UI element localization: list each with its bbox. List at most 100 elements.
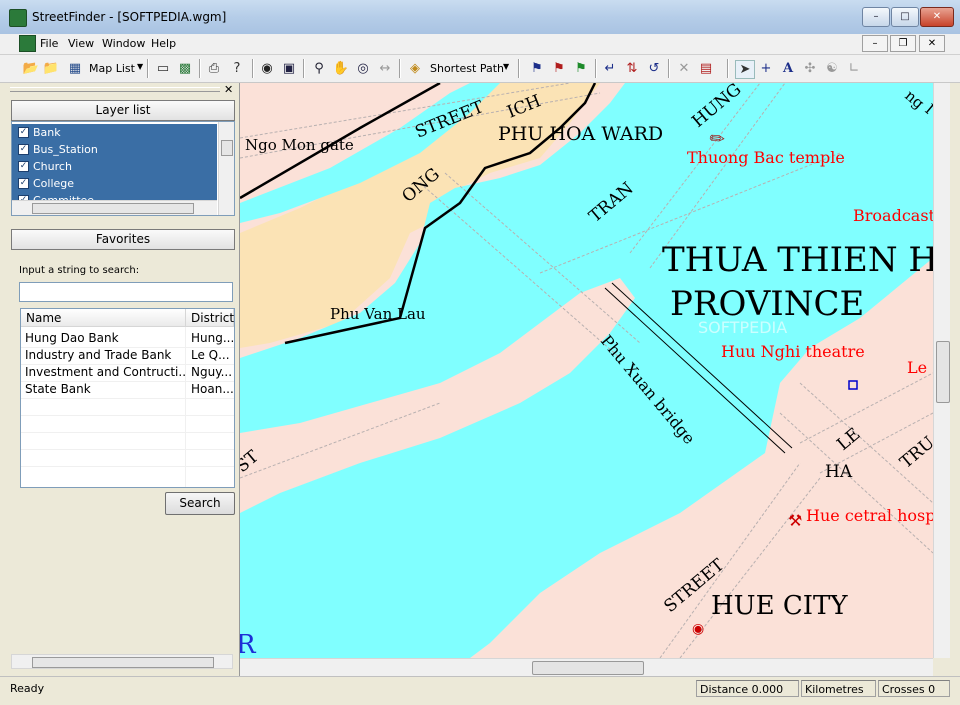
route-icon[interactable]: ◈ xyxy=(406,60,424,77)
result-name[interactable]: Investment and Contructi... xyxy=(21,364,185,381)
angle-icon[interactable]: ∟ xyxy=(845,60,863,77)
maximize-button[interactable]: □ xyxy=(891,7,919,27)
map-label: Ngo Mon gate xyxy=(245,136,354,154)
minimize-button[interactable]: – xyxy=(862,7,890,27)
layer-list: ✓Bank ✓Bus_Station ✓Church ✓College ✓Com… xyxy=(11,121,235,216)
scroll-thumb[interactable] xyxy=(221,140,233,156)
print-icon[interactable]: ⎙ xyxy=(205,60,223,77)
scroll-thumb[interactable] xyxy=(532,661,644,675)
text-tool-icon[interactable]: A xyxy=(779,60,797,77)
zoom-icon[interactable]: ⚲ xyxy=(310,60,328,77)
open-folder-icon[interactable]: 📁 xyxy=(42,60,60,77)
doc-restore-button[interactable]: ❐ xyxy=(890,35,916,52)
title-bar: StreetFinder - [SOFTPEDIA.wgm] – □ ✕ xyxy=(0,0,960,35)
close-button[interactable]: ✕ xyxy=(920,7,954,27)
map-label: THUA THIEN HU xyxy=(662,240,933,280)
map-view[interactable]: STREET ICH PHU HOA WARD HUNG Ngo Mon gat… xyxy=(240,83,933,658)
layer-item-church[interactable]: ✓ Church xyxy=(12,158,217,175)
scroll-thumb[interactable] xyxy=(936,341,950,403)
result-district[interactable]: Nguy... xyxy=(187,364,234,381)
binoculars-icon[interactable]: ◉ xyxy=(258,60,276,77)
poi-label: Huu Nghi theatre xyxy=(721,342,865,361)
layer-item-college[interactable]: ✓ College xyxy=(12,175,217,192)
unit-readout: Kilometres xyxy=(801,680,876,697)
map-label: HUE CITY xyxy=(711,591,848,621)
find-screen-icon[interactable]: ▣ xyxy=(280,60,298,77)
column-header-name[interactable]: Name xyxy=(21,309,186,327)
result-name[interactable]: Hung Dao Bank xyxy=(21,330,185,347)
result-name[interactable]: State Bank xyxy=(21,381,185,398)
results-table: Name District Hung Dao Bank Hung... Indu… xyxy=(20,308,235,488)
layer-item-bank[interactable]: ✓ Bank xyxy=(12,124,217,141)
open-icon[interactable]: 📂 xyxy=(22,60,40,77)
map-list-icon[interactable]: ▦ xyxy=(66,60,84,77)
toolbar-separator xyxy=(147,59,149,78)
map-hscrollbar[interactable] xyxy=(240,658,933,676)
end-flag-icon[interactable]: ⚑ xyxy=(550,60,568,77)
layer-list-hscrollbar[interactable] xyxy=(12,200,217,215)
landmark-icon[interactable]: ◉ xyxy=(692,621,704,637)
toolbar-separator xyxy=(727,59,729,78)
toolbar: 📂 📁 ▦ Map List ▼ ▭ ▩ ⎙ ? ◉ ▣ ⚲ ✋ ◎ ↔ ◈ S… xyxy=(0,55,960,83)
layer-list-header[interactable]: Layer list xyxy=(11,100,235,121)
checkbox[interactable]: ✓ xyxy=(18,161,29,172)
map-label: R xyxy=(240,630,257,658)
route-steps-icon[interactable]: ⇅ xyxy=(623,60,641,77)
shortest-path-dropdown[interactable]: Shortest Path xyxy=(430,62,504,75)
map-canvas[interactable]: STREET ICH PHU HOA WARD HUNG Ngo Mon gat… xyxy=(240,83,933,658)
menu-file[interactable]: File xyxy=(40,37,58,50)
move-icon[interactable]: ✣ xyxy=(801,60,819,77)
toolbar-separator xyxy=(518,59,520,78)
favorites-header[interactable]: Favorites xyxy=(11,229,235,250)
save-icon[interactable]: ▩ xyxy=(176,60,194,77)
toolbar-separator xyxy=(668,59,670,78)
menu-view[interactable]: View xyxy=(68,37,94,50)
document-icon[interactable] xyxy=(19,35,36,52)
menu-window[interactable]: Window xyxy=(102,37,145,50)
map-vscrollbar[interactable] xyxy=(933,83,951,658)
checkbox[interactable]: ✓ xyxy=(18,178,29,189)
rotate-icon[interactable]: ☯ xyxy=(823,60,841,77)
loop-icon[interactable]: ↺ xyxy=(645,60,663,77)
zoom-extent-icon[interactable]: ◎ xyxy=(354,60,372,77)
route-arrow-icon[interactable]: ↵ xyxy=(601,60,619,77)
watermark: SOFTPEDIA xyxy=(698,318,787,337)
chevron-down-icon[interactable]: ▼ xyxy=(503,62,509,71)
result-district[interactable]: Le Q... xyxy=(187,347,234,364)
measure-icon[interactable]: ↔ xyxy=(376,60,394,77)
scroll-thumb[interactable] xyxy=(32,657,214,668)
search-input[interactable] xyxy=(19,282,233,302)
waypoint-flag-icon[interactable]: ⚑ xyxy=(572,60,590,77)
chart-icon[interactable]: ▤ xyxy=(697,60,715,77)
close-icon[interactable]: ✕ xyxy=(224,83,233,96)
doc-minimize-button[interactable]: – xyxy=(862,35,888,52)
checkbox[interactable]: ✓ xyxy=(18,127,29,138)
poi-label: Le xyxy=(907,358,927,377)
crosshair-icon[interactable]: + xyxy=(757,60,775,77)
distance-readout: Distance 0.000 xyxy=(696,680,799,697)
doc-close-button[interactable]: ✕ xyxy=(919,35,945,52)
pointer-icon[interactable]: ➤ xyxy=(735,60,755,79)
pan-hand-icon[interactable]: ✋ xyxy=(332,60,350,77)
scroll-thumb[interactable] xyxy=(32,203,194,214)
result-district[interactable]: Hung... xyxy=(187,330,234,347)
hospital-icon[interactable]: ⚒ xyxy=(788,511,802,530)
layers-icon[interactable]: ▭ xyxy=(154,60,172,77)
clear-icon[interactable]: ✕ xyxy=(675,60,693,77)
result-name[interactable]: Industry and Trade Bank xyxy=(21,347,185,364)
status-bar: Ready Distance 0.000 Kilometres Crosses … xyxy=(0,676,960,705)
checkbox[interactable]: ✓ xyxy=(18,144,29,155)
crosses-readout: Crosses 0 xyxy=(878,680,950,697)
search-button[interactable]: Search xyxy=(165,492,235,515)
column-header-district[interactable]: District xyxy=(186,309,234,327)
layer-item-bus-station[interactable]: ✓ Bus_Station xyxy=(12,141,217,158)
panel-hscrollbar[interactable] xyxy=(11,654,233,669)
map-list-dropdown[interactable]: Map List xyxy=(89,62,135,75)
menu-help[interactable]: Help xyxy=(151,37,176,50)
start-flag-icon[interactable]: ⚑ xyxy=(528,60,546,77)
result-district[interactable]: Hoan... xyxy=(187,381,234,398)
chevron-down-icon[interactable]: ▼ xyxy=(137,62,143,71)
help-icon[interactable]: ? xyxy=(228,60,246,77)
layer-list-scrollbar[interactable] xyxy=(218,122,234,215)
panel-grip[interactable] xyxy=(10,87,220,92)
